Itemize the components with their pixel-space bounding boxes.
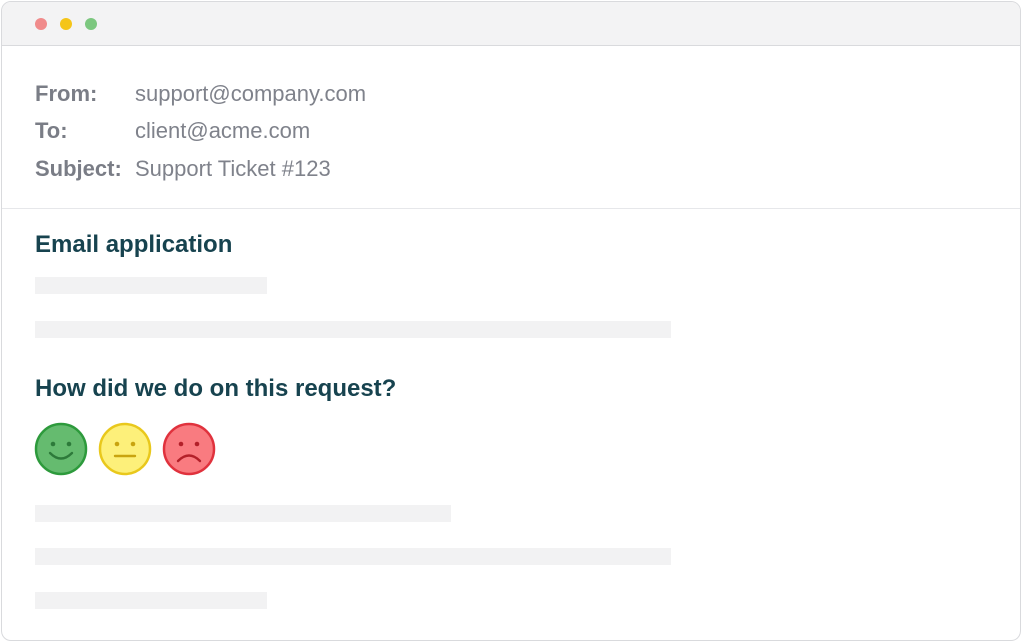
close-window-button[interactable] — [35, 18, 47, 30]
from-row: From: support@company.com — [35, 79, 366, 109]
email-headers: From: support@company.com To: client@acme.… — [2, 46, 1020, 209]
rating-question: How did we do on this request? — [35, 375, 397, 402]
to-label: To: — [35, 118, 68, 143]
email-body-title: Email application — [35, 231, 233, 258]
maximize-window-button[interactable] — [85, 18, 97, 30]
to-row: To: client@acme.com — [35, 116, 310, 146]
neutral-rating-button[interactable] — [98, 422, 152, 476]
from-value[interactable]: support@company.com — [135, 79, 366, 109]
placeholder-text-line — [35, 321, 671, 338]
placeholder-text-line — [35, 505, 451, 522]
neutral-face-icon — [98, 422, 152, 476]
sad-rating-button[interactable] — [162, 422, 216, 476]
subject-value: Support Ticket #123 — [135, 156, 331, 181]
happy-face-icon — [34, 422, 88, 476]
placeholder-text-line — [35, 592, 267, 609]
subject-label: Subject: — [35, 156, 122, 181]
placeholder-text-line — [35, 277, 267, 294]
sad-face-icon — [162, 422, 216, 476]
happy-rating-button[interactable] — [34, 422, 88, 476]
email-window: From: support@company.com To: client@acme.… — [1, 1, 1021, 641]
title-bar — [2, 2, 1020, 46]
from-label: From: — [35, 81, 98, 106]
to-value[interactable]: client@acme.com — [135, 116, 310, 146]
subject-row: Subject: Support Ticket #123 — [35, 154, 331, 184]
placeholder-text-line — [35, 548, 671, 565]
minimize-window-button[interactable] — [60, 18, 72, 30]
